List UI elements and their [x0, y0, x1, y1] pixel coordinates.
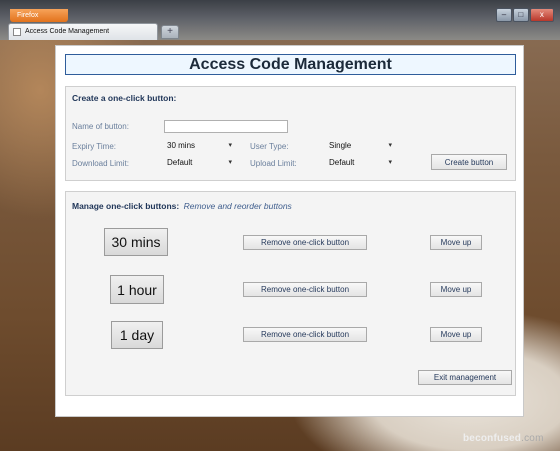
dropdown-arrow-icon: ▾	[388, 159, 392, 166]
manage-heading-text: Manage one-click buttons:	[72, 201, 180, 211]
remove-button-30-mins[interactable]: Remove one-click button	[243, 235, 367, 250]
create-button[interactable]: Create button	[431, 154, 507, 170]
move-up-button-1-day[interactable]: Move up	[430, 327, 482, 342]
expiry-value: 30 mins	[167, 141, 196, 150]
maximize-button[interactable]: □	[512, 8, 529, 22]
name-label: Name of button:	[72, 122, 129, 131]
upload-limit-value: Default	[329, 158, 355, 167]
exit-management-button[interactable]: Exit management	[418, 370, 512, 385]
window-controls: – □ x	[496, 8, 554, 22]
remove-button-1-day[interactable]: Remove one-click button	[243, 327, 367, 342]
browser-tab[interactable]: Access Code Management	[8, 23, 158, 40]
create-heading: Create a one-click button:	[72, 93, 177, 103]
expiry-time-select[interactable]: 30 mins ▾	[164, 140, 232, 152]
watermark-suffix: .com	[521, 433, 544, 444]
one-click-button-1-day[interactable]: 1 day	[111, 321, 163, 349]
button-name-input[interactable]	[164, 120, 288, 133]
manage-section: Manage one-click buttons: Remove and reo…	[65, 191, 516, 396]
one-click-button-30-mins[interactable]: 30 mins	[104, 228, 168, 256]
firefox-menu-button[interactable]: Firefox	[10, 9, 68, 22]
access-code-panel: Access Code Management Create a one-clic…	[55, 45, 524, 417]
watermark: beconfused.com	[463, 433, 544, 444]
upload-limit-select[interactable]: Default ▾	[326, 157, 392, 169]
page-title: Access Code Management	[65, 54, 516, 75]
create-section: Create a one-click button: Name of butto…	[65, 86, 516, 181]
download-limit-label: Download Limit:	[72, 159, 129, 168]
move-up-button-1-hour[interactable]: Move up	[430, 282, 482, 297]
manage-heading: Manage one-click buttons: Remove and reo…	[72, 201, 292, 211]
close-window-button[interactable]: x	[529, 8, 554, 22]
move-up-button-30-mins[interactable]: Move up	[430, 235, 482, 250]
watermark-main: beconfused	[463, 433, 522, 444]
tab-title: Access Code Management	[25, 28, 110, 35]
dropdown-arrow-icon: ▾	[228, 159, 232, 166]
user-type-value: Single	[329, 141, 352, 150]
remove-button-1-hour[interactable]: Remove one-click button	[243, 282, 367, 297]
user-type-select[interactable]: Single ▾	[326, 140, 392, 152]
browser-chrome: Firefox – □ x Access Code Management +	[0, 0, 560, 40]
user-type-label: User Type:	[250, 142, 289, 151]
download-limit-select[interactable]: Default ▾	[164, 157, 232, 169]
minimize-button[interactable]: –	[496, 8, 512, 22]
manage-subheading: Remove and reorder buttons	[183, 201, 292, 211]
dropdown-arrow-icon: ▾	[388, 142, 392, 149]
one-click-button-1-hour[interactable]: 1 hour	[110, 275, 164, 304]
upload-limit-label: Upload Limit:	[250, 159, 297, 168]
download-limit-value: Default	[167, 158, 193, 167]
expiry-label: Expiry Time:	[72, 142, 117, 151]
dropdown-arrow-icon: ▾	[228, 142, 232, 149]
page-icon	[13, 28, 21, 36]
new-tab-button[interactable]: +	[161, 25, 179, 39]
